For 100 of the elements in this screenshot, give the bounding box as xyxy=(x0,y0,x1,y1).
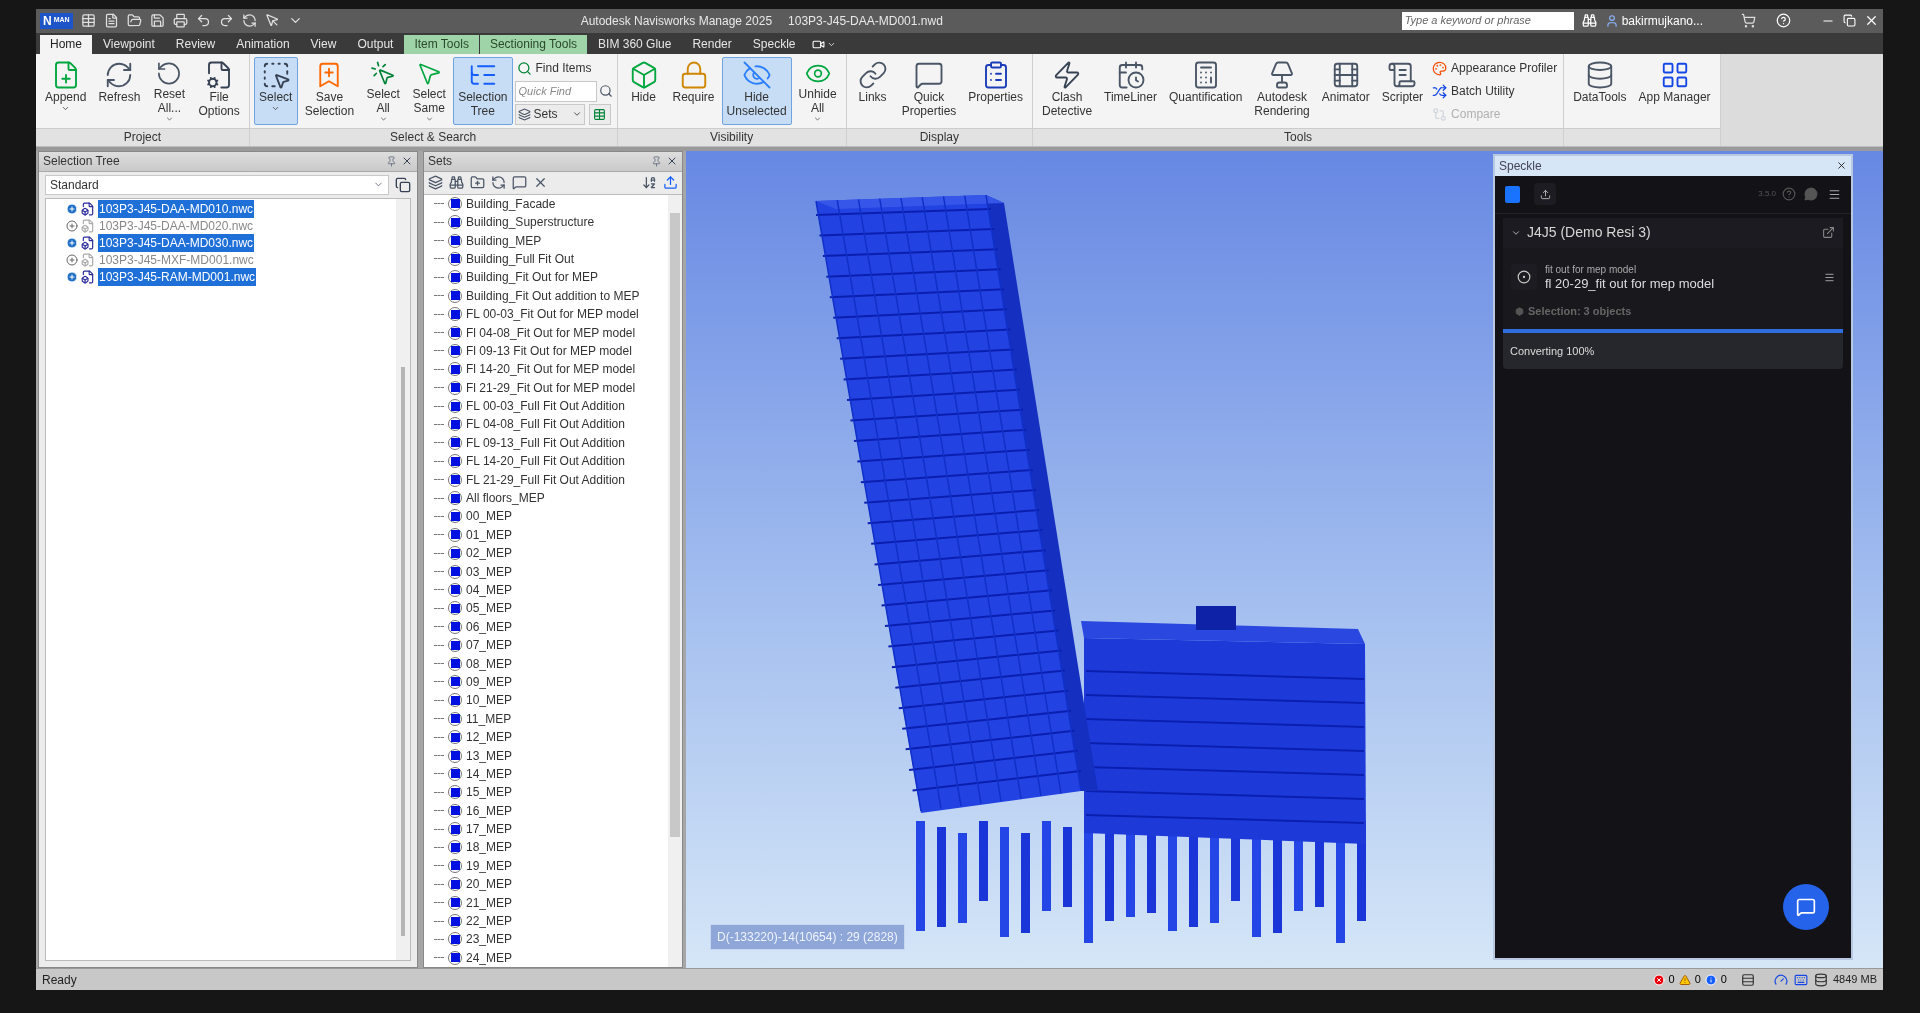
comment-icon[interactable] xyxy=(512,175,527,191)
search-set-icon[interactable] xyxy=(449,175,464,191)
set-item[interactable]: Building_MEP xyxy=(434,231,668,250)
cart-icon[interactable] xyxy=(1741,13,1756,29)
ribbon-button[interactable]: Selection Tree xyxy=(453,56,513,125)
ribbon-button[interactable]: Unhide All xyxy=(793,56,842,125)
set-item[interactable]: 13_MEP xyxy=(434,746,668,765)
set-item[interactable]: 04_MEP xyxy=(434,580,668,600)
sync-icon[interactable] xyxy=(241,13,257,29)
set-item[interactable]: Building_Full Fit Out xyxy=(434,249,668,269)
ribbon-button[interactable]: DataTools xyxy=(1568,56,1632,125)
undo-icon[interactable] xyxy=(195,13,211,29)
export-icon[interactable] xyxy=(663,175,678,191)
set-item[interactable]: 07_MEP xyxy=(434,635,668,655)
set-item[interactable]: FL 00-03_Full Fit Out Addition xyxy=(434,396,668,416)
sheet-icon[interactable] xyxy=(1740,972,1755,987)
ribbon-button[interactable]: Scripter xyxy=(1376,56,1429,125)
set-item[interactable]: FL 04-08_Full Fit Out Addition xyxy=(434,415,668,434)
ribbon-tab[interactable]: Speckle xyxy=(742,34,806,54)
set-item[interactable]: 16_MEP xyxy=(434,801,668,820)
set-item[interactable]: Fl 21-29_Fit Out for MEP model xyxy=(434,378,668,397)
set-item[interactable]: Building_Fit Out addition to MEP xyxy=(434,286,668,305)
feedback-icon[interactable] xyxy=(1804,187,1818,202)
tree-mode-dropdown[interactable]: Standard xyxy=(45,174,389,195)
set-item[interactable]: 00_MEP xyxy=(434,507,668,526)
ribbon-button[interactable]: Refresh xyxy=(93,56,146,125)
ribbon-button[interactable]: Hide Unselected xyxy=(721,56,792,125)
set-item[interactable]: 17_MEP xyxy=(434,819,668,839)
tree-item[interactable]: 103P3-J45-DAA-MD010.nwc xyxy=(98,200,255,219)
set-item[interactable]: 20_MEP xyxy=(434,875,668,894)
set-item[interactable]: Building_Fit Out for MEP xyxy=(434,268,668,287)
set-item[interactable]: 24_MEP xyxy=(434,948,668,967)
ribbon-button[interactable]: Animator xyxy=(1316,56,1375,125)
set-item[interactable]: 10_MEP xyxy=(434,691,668,710)
menu-icon[interactable] xyxy=(1824,271,1835,283)
ribbon-tab[interactable]: BIM 360 Glue xyxy=(588,34,682,54)
manage-sets-icon[interactable] xyxy=(588,103,611,125)
set-item[interactable]: 01_MEP xyxy=(434,525,668,544)
open-folder-icon[interactable] xyxy=(126,13,142,29)
ribbon-tab[interactable]: Sectioning Tools xyxy=(479,34,588,54)
search-icon[interactable] xyxy=(598,84,613,99)
set-item[interactable]: 14_MEP xyxy=(434,764,668,784)
ribbon-tab[interactable]: Home xyxy=(40,34,92,54)
scrollbar[interactable] xyxy=(668,194,682,967)
chat-button[interactable] xyxy=(1783,884,1829,930)
ribbon-button[interactable]: Links xyxy=(850,56,895,125)
set-item[interactable]: 02_MEP xyxy=(434,544,668,563)
ribbon-small-button[interactable]: Appearance Profiler xyxy=(1430,57,1560,79)
ribbon-small-button[interactable]: Find Items xyxy=(514,57,613,79)
expand-icon[interactable] xyxy=(66,220,78,233)
model-card[interactable]: fit out for mep model fl 20-29_fit out for mep model xyxy=(1503,255,1843,299)
ribbon-button[interactable]: TimeLiner xyxy=(1099,56,1162,125)
ribbon-button[interactable]: Properties xyxy=(963,56,1029,125)
set-item[interactable]: 23_MEP xyxy=(434,930,668,949)
restore-icon[interactable] xyxy=(1843,14,1856,28)
set-item[interactable]: 21_MEP xyxy=(434,893,668,912)
save-icon[interactable] xyxy=(149,13,165,29)
set-item[interactable]: 15_MEP xyxy=(434,783,668,802)
set-item[interactable]: 03_MEP xyxy=(434,562,668,581)
ribbon-tab[interactable]: Render xyxy=(682,34,742,54)
set-item[interactable]: Fl 04-08_Fit Out for MEP model xyxy=(434,323,668,342)
set-item[interactable]: 09_MEP xyxy=(434,672,668,692)
search-field[interactable]: Type a keyword or phrase xyxy=(1401,11,1574,30)
tree-item[interactable]: 103P3-J45-MXF-MD001.nwc xyxy=(98,251,255,270)
set-item[interactable]: 05_MEP xyxy=(434,599,668,618)
ribbon-tab[interactable]: Output xyxy=(347,34,404,54)
set-item[interactable]: 08_MEP xyxy=(434,654,668,673)
publish-icon[interactable] xyxy=(1534,183,1556,206)
ribbon-tab[interactable]: Animation xyxy=(226,34,300,54)
expand-icon[interactable] xyxy=(66,254,78,267)
sets-dropdown[interactable]: Sets xyxy=(514,103,585,125)
set-item[interactable]: FL 09-13_Full Fit Out Addition xyxy=(434,433,668,453)
ribbon-button[interactable]: Quantification xyxy=(1163,56,1248,125)
print-icon[interactable] xyxy=(172,13,188,29)
close-icon[interactable] xyxy=(1836,160,1847,172)
user-name[interactable]: bakirmujkano... xyxy=(1621,11,1703,30)
project-header[interactable]: J4J5 (Demo Resi 3) xyxy=(1503,217,1843,248)
ribbon-button[interactable]: Clash Detective xyxy=(1037,56,1098,125)
binoculars-icon[interactable] xyxy=(1581,13,1597,29)
set-item[interactable]: 12_MEP xyxy=(434,727,668,747)
model-target-icon[interactable] xyxy=(1511,264,1537,291)
tree-item[interactable]: 103P3-J45-RAM-MD001.nwc xyxy=(98,268,257,287)
pin-icon[interactable] xyxy=(651,155,662,167)
ribbon-button[interactable]: Hide xyxy=(621,56,666,125)
set-item[interactable]: FL 14-20_Full Fit Out Addition xyxy=(434,452,668,471)
ribbon-button[interactable]: Quick Properties xyxy=(896,56,962,125)
set-item[interactable]: FL 00-03_Fit Out for MEP model xyxy=(434,304,668,324)
ribbon-button[interactable]: Require xyxy=(667,56,720,125)
set-item[interactable]: Fl 14-20_Fit Out for MEP model xyxy=(434,360,668,379)
tree-item[interactable]: 103P3-J45-DAA-MD020.nwc xyxy=(98,217,255,236)
new-set-icon[interactable] xyxy=(428,175,443,191)
tree-item[interactable]: 103P3-J45-DAA-MD030.nwc xyxy=(98,234,255,253)
set-item[interactable]: Building_Superstructure xyxy=(434,213,668,232)
ribbon-button[interactable]: Select Same xyxy=(407,56,452,125)
pointer-icon[interactable] xyxy=(264,13,280,29)
set-item[interactable]: 19_MEP xyxy=(434,856,668,876)
ribbon-button[interactable]: Append xyxy=(40,56,92,125)
ribbon-button[interactable]: Select xyxy=(253,56,298,125)
ribbon-button[interactable]: Save Selection xyxy=(299,56,360,125)
ribbon-tab[interactable]: View xyxy=(300,34,347,54)
